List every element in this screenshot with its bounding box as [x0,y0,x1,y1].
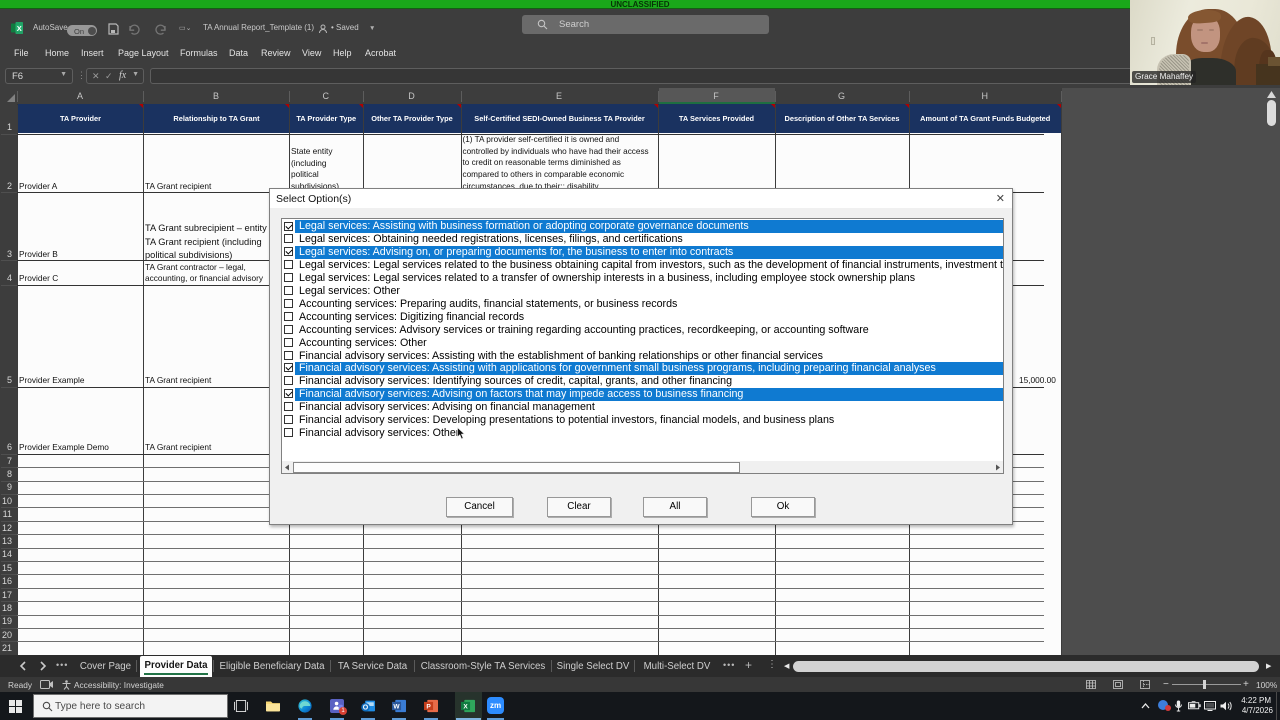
svg-text:X: X [17,24,22,33]
svg-text:O: O [363,705,369,712]
svg-text:X: X [463,703,468,710]
svg-text:W: W [393,703,400,710]
svg-text:P: P [426,703,431,710]
